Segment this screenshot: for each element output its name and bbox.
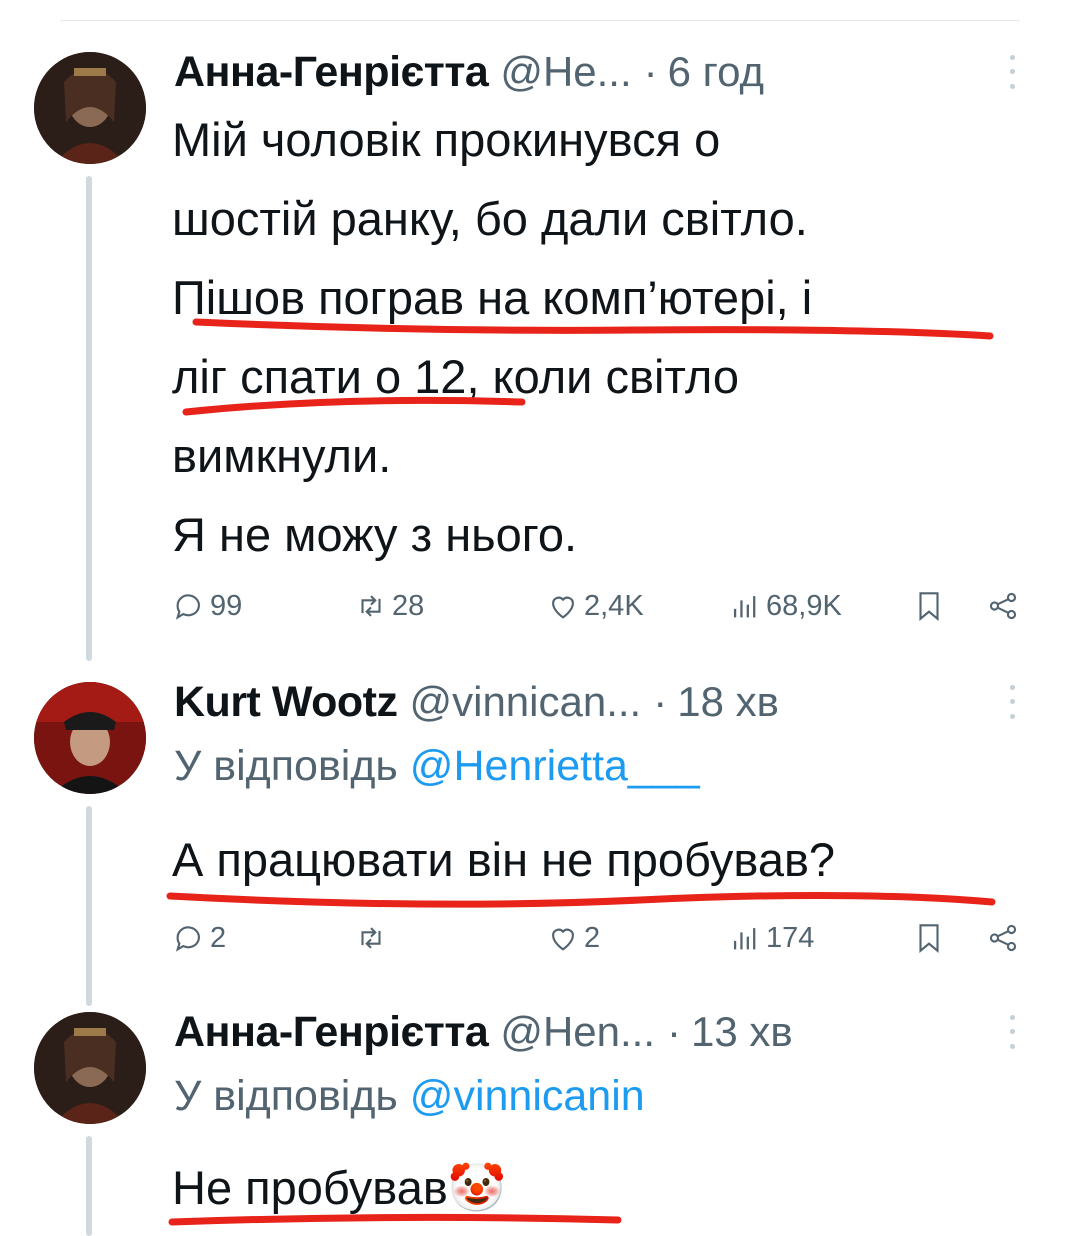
thread-line — [86, 176, 92, 661]
separator-dot: · — [643, 48, 658, 95]
views-count: 174 — [766, 921, 815, 954]
like-icon — [552, 596, 574, 619]
separator-dot: · — [653, 678, 668, 725]
retweet-count: 28 — [392, 589, 425, 622]
views-icon — [733, 596, 756, 618]
retweet-button[interactable] — [354, 918, 392, 958]
author-name[interactable]: Kurt Wootz — [174, 678, 398, 727]
reply-count: 2 — [210, 921, 227, 954]
tweet-header: Анна-Генрієтта @Hen... · 13 хв — [174, 1004, 1024, 1060]
like-button[interactable]: 2 — [546, 918, 600, 958]
like-count: 2,4K — [584, 589, 644, 622]
share-button[interactable] — [986, 918, 1020, 958]
retweet-icon — [361, 595, 381, 617]
avatar[interactable] — [34, 52, 146, 164]
views-button[interactable]: 68,9K — [728, 586, 842, 626]
author-handle[interactable]: @vinnican... — [409, 678, 641, 726]
bookmark-button[interactable] — [912, 918, 946, 958]
thread-line — [86, 1136, 92, 1236]
timestamp[interactable]: 6 год — [668, 48, 764, 96]
more-icon[interactable] — [1000, 50, 1024, 94]
more-icon[interactable] — [1000, 1010, 1024, 1054]
bookmark-button[interactable] — [912, 586, 946, 626]
reply-count: 99 — [210, 589, 243, 622]
reply-prefix: У відповідь — [174, 742, 410, 790]
reply-mention-link[interactable]: @Henrietta___ — [410, 742, 700, 790]
retweet-icon — [361, 927, 381, 949]
thread-line — [86, 806, 92, 1006]
more-icon[interactable] — [1000, 680, 1024, 724]
tweet-text: А працювати він не пробував? — [172, 833, 836, 886]
author-handle[interactable]: @He... — [500, 48, 631, 96]
top-divider — [60, 20, 1020, 21]
tweet-header: Анна-Генрієтта @He... · 6 год — [174, 44, 1024, 100]
views-button[interactable]: 174 — [728, 918, 814, 958]
action-bar: 99 28 2,4K 68,9K — [172, 586, 1020, 626]
author-handle[interactable]: @Hen... — [500, 1008, 655, 1056]
reply-icon — [175, 926, 200, 952]
reply-icon — [175, 594, 200, 620]
author-name[interactable]: Анна-Генрієтта — [174, 1008, 489, 1057]
reply-button[interactable]: 2 — [172, 918, 226, 958]
action-bar: 2 2 174 — [172, 918, 1020, 958]
reply-prefix: У відповідь — [174, 1072, 410, 1120]
avatar[interactable] — [34, 1012, 146, 1124]
like-count: 2 — [584, 921, 601, 954]
retweet-button[interactable]: 28 — [354, 586, 424, 626]
reply-button[interactable]: 99 — [172, 586, 242, 626]
share-button[interactable] — [986, 586, 1020, 626]
author-name[interactable]: Анна-Генрієтта — [174, 48, 489, 97]
views-icon — [733, 928, 756, 950]
avatar[interactable] — [34, 682, 146, 794]
bookmark-icon — [919, 592, 939, 622]
timestamp[interactable]: 18 хв — [677, 678, 779, 726]
reply-mention-link[interactable]: @vinnicanin — [410, 1072, 645, 1120]
reply-context: У відповідь @Henrietta___ — [174, 742, 700, 791]
separator-dot: · — [667, 1008, 682, 1055]
share-icon — [989, 924, 1017, 952]
tweet-header: Kurt Wootz @vinnican... · 18 хв — [174, 674, 1024, 730]
views-count: 68,9K — [766, 589, 842, 622]
like-button[interactable]: 2,4K — [546, 586, 644, 626]
reply-context: У відповідь @vinnicanin — [174, 1072, 645, 1121]
timestamp[interactable]: 13 хв — [691, 1008, 793, 1056]
like-icon — [552, 928, 574, 951]
share-icon — [989, 592, 1017, 620]
tweet-text: Не пробував🤡 — [172, 1161, 507, 1214]
tweet-text: Мій чоловік прокинувся о шостій ранку, б… — [172, 113, 813, 561]
bookmark-icon — [919, 924, 939, 954]
